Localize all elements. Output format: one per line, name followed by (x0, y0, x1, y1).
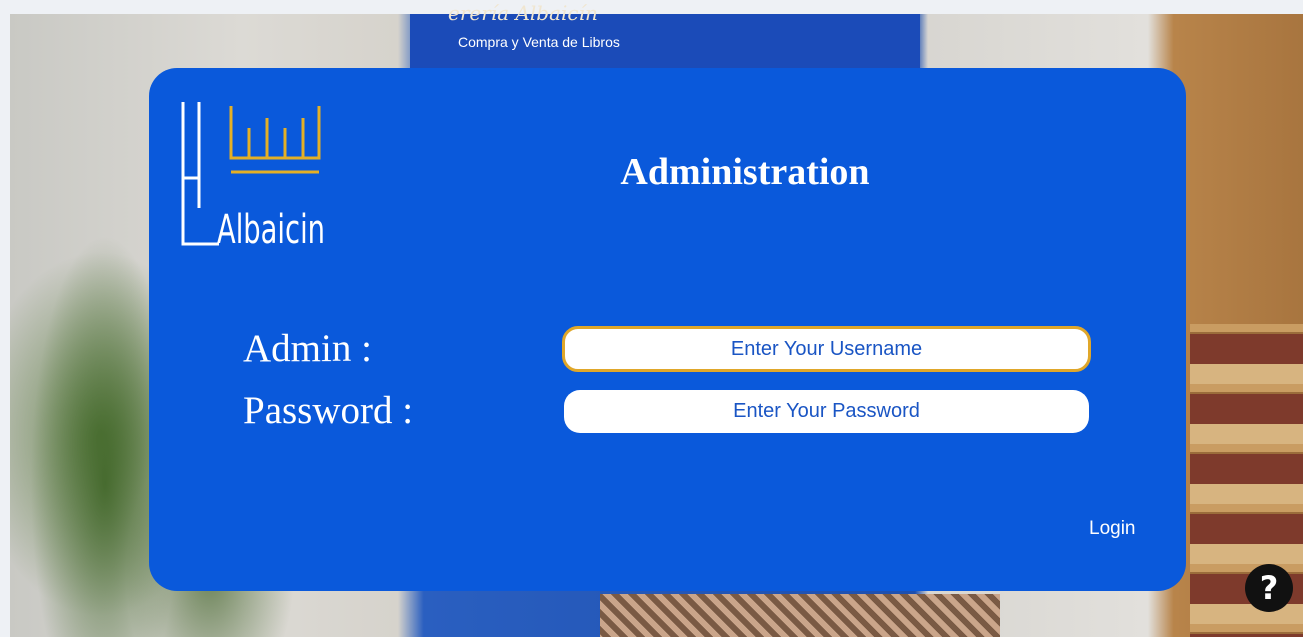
login-button[interactable]: Login (1089, 518, 1136, 540)
login-card: Albaicin Administration Admin : Password… (149, 68, 1186, 591)
logo-wordmark: Albaicin (217, 207, 325, 248)
sign-subtext: Compra y Venta de Libros (458, 34, 620, 50)
username-input[interactable] (562, 326, 1091, 372)
background-floor (600, 594, 1000, 637)
question-icon: ? (1259, 569, 1279, 607)
help-button[interactable]: ? (1245, 564, 1293, 612)
password-label: Password : (243, 389, 414, 432)
page-title: Administration (620, 151, 870, 193)
admin-label: Admin : (243, 327, 372, 370)
password-input[interactable] (564, 390, 1089, 433)
sign-text: erería Albaicín (448, 1, 598, 25)
